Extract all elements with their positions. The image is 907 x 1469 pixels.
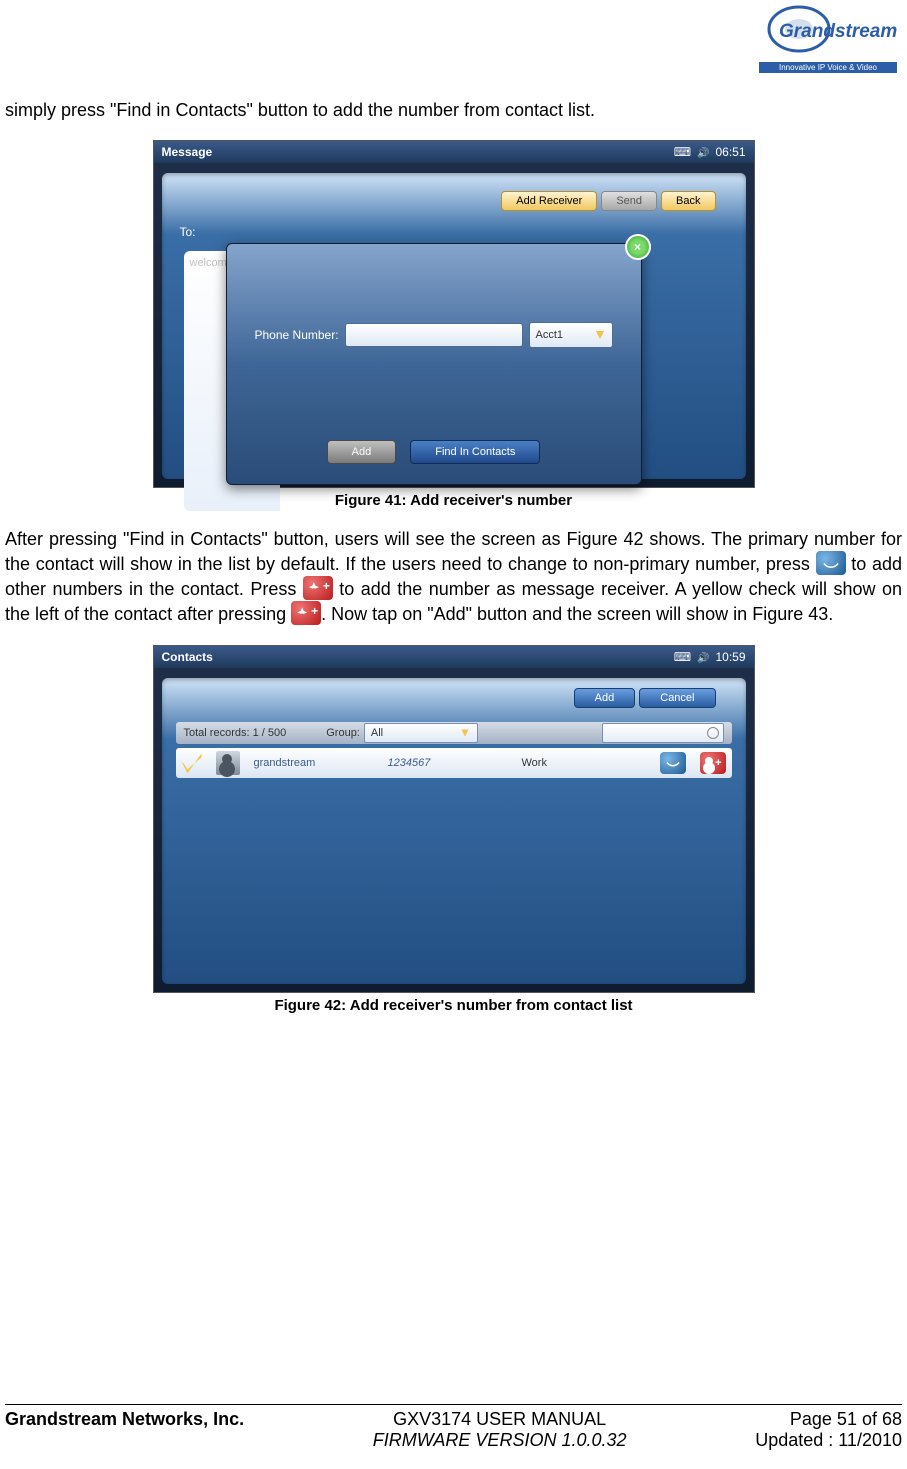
sound-icon (697, 145, 709, 159)
figure41-screenshot: Message 06:51 Add Receiver Send Back To:… (153, 140, 755, 488)
add-as-receiver-icon[interactable] (700, 752, 726, 774)
selected-check-icon (182, 753, 202, 773)
footer-updated: Updated : 11/2010 (755, 1430, 902, 1451)
add-receiver-icon (303, 576, 333, 600)
account-select[interactable]: Acct1 (529, 322, 613, 348)
dialog-buttons: Add Find In Contacts (227, 440, 641, 464)
fig41-toolbar: Add Receiver Send Back (501, 191, 715, 211)
avatar-icon (216, 751, 240, 775)
paragraph-intro: simply press "Find in Contacts" button t… (5, 98, 902, 122)
fig42-window-title: Contacts (162, 650, 213, 664)
fig42-toolbar: Add Cancel (574, 688, 716, 708)
para2-seg1: After pressing "Find in Contacts" button… (5, 529, 902, 573)
group-label: Group: (326, 727, 360, 739)
back-button[interactable]: Back (661, 191, 715, 211)
fig42-status-icons: 10:59 (674, 650, 746, 664)
fig41-window-title: Message (162, 145, 213, 159)
keyboard-icon (674, 145, 691, 159)
fig41-status-icons: 06:51 (674, 145, 746, 159)
figure42-screenshot: Contacts 10:59 Add Cancel Total records:… (153, 645, 755, 993)
footer-firmware: FIRMWARE VERSION 1.0.0.32 (244, 1430, 755, 1451)
sound-icon (697, 650, 709, 664)
total-records-label: Total records: 1 / 500 (184, 727, 287, 739)
group-filter: Group: All (326, 723, 478, 743)
search-input[interactable] (602, 723, 724, 743)
to-label: To: (180, 225, 196, 239)
keyboard-icon (674, 650, 691, 664)
fig42-titlebar: Contacts 10:59 (154, 646, 754, 668)
contacts-add-button[interactable]: Add (574, 688, 636, 708)
fig42-clock: 10:59 (715, 650, 745, 664)
figure41-caption: Figure 41: Add receiver's number (5, 492, 902, 509)
fig41-titlebar: Message 06:51 (154, 141, 754, 163)
find-in-contacts-button[interactable]: Find In Contacts (410, 440, 540, 464)
footer-page: Page 51 of 68 (755, 1409, 902, 1430)
page-footer: Grandstream Networks, Inc. GXV3174 USER … (5, 1404, 902, 1451)
para2-seg4: . Now tap on "Add" button and the screen… (321, 604, 833, 624)
phone-number-input[interactable] (345, 323, 523, 347)
contact-row[interactable]: grandstream 1234567 Work (176, 748, 732, 778)
footer-center: GXV3174 USER MANUAL FIRMWARE VERSION 1.0… (244, 1409, 755, 1451)
content-area: simply press "Find in Contacts" button t… (5, 80, 902, 1032)
document-page: Grandstream Innovative IP Voice & Video … (0, 0, 907, 1469)
paragraph-find: After pressing "Find in Contacts" button… (5, 527, 902, 627)
footer-company: Grandstream Networks, Inc. (5, 1409, 244, 1451)
footer-manual: GXV3174 USER MANUAL (244, 1409, 755, 1430)
fig42-infobar: Total records: 1 / 500 Group: All (176, 722, 732, 744)
add-receiver-dialog: × Phone Number: Acct1 Add Find In Contac… (226, 243, 642, 485)
contact-type: Work (522, 757, 646, 769)
group-value: All (371, 727, 383, 739)
contact-name: grandstream (254, 757, 374, 769)
footer-right: Page 51 of 68 Updated : 11/2010 (755, 1409, 902, 1451)
account-value: Acct1 (536, 329, 564, 341)
brand-logo: Grandstream Innovative IP Voice & Video (759, 5, 897, 73)
chevron-down-icon (461, 730, 468, 737)
figure42-caption: Figure 42: Add receiver's number from co… (5, 997, 902, 1014)
phone-number-row: Phone Number: Acct1 (255, 322, 613, 348)
add-receiver-button[interactable]: Add Receiver (501, 191, 597, 211)
dialog-add-button[interactable]: Add (327, 440, 397, 464)
phone-number-label: Phone Number: (255, 328, 339, 342)
logo-wordmark: Grandstream (779, 21, 897, 43)
add-receiver-icon-2 (291, 601, 321, 625)
fig42-body: Add Cancel Total records: 1 / 500 Group:… (162, 678, 746, 984)
contact-number: 1234567 (388, 757, 508, 769)
fig41-clock: 06:51 (715, 145, 745, 159)
send-button[interactable]: Send (601, 191, 657, 211)
logo-tagline: Innovative IP Voice & Video (759, 62, 897, 73)
phone-change-icon (816, 551, 846, 575)
group-select[interactable]: All (364, 723, 478, 743)
fig41-body: Add Receiver Send Back To: welcom × Phon… (162, 173, 746, 479)
phone-switch-icon[interactable] (660, 752, 686, 774)
chevron-down-icon (595, 331, 603, 339)
contacts-cancel-button[interactable]: Cancel (639, 688, 715, 708)
close-icon[interactable]: × (625, 234, 651, 260)
